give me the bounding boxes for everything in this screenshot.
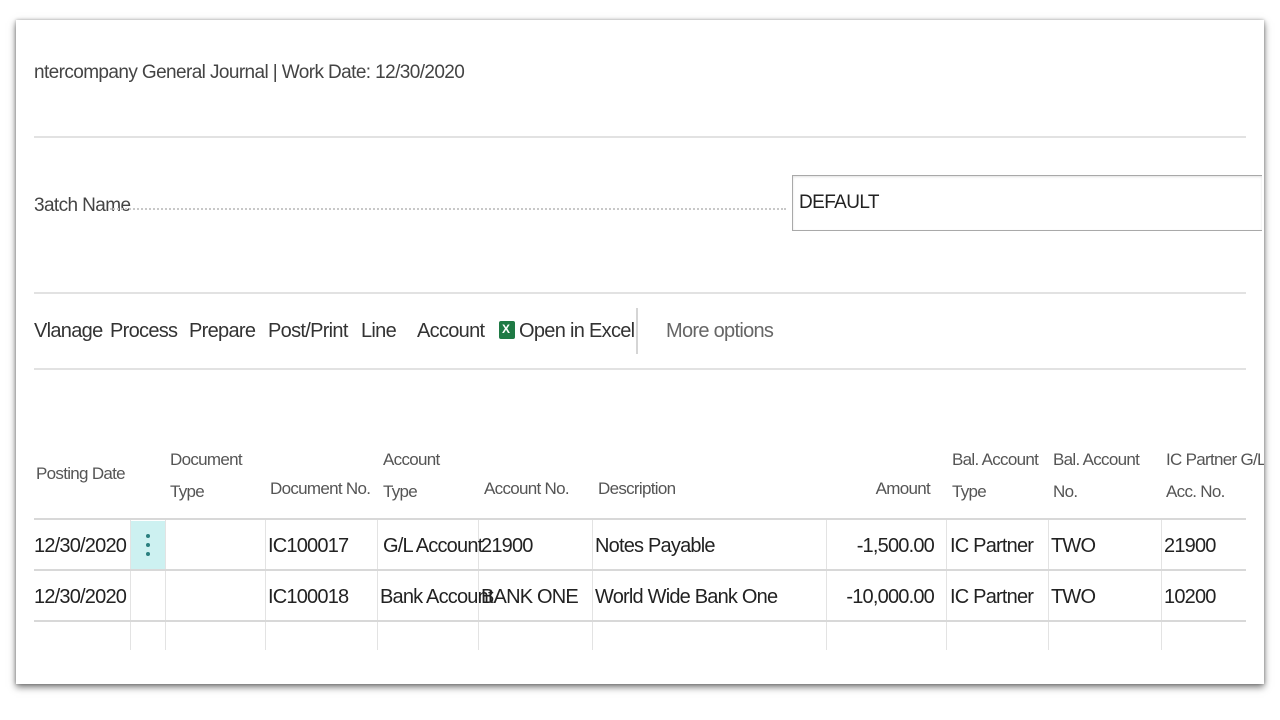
cell-description[interactable]: World Wide Bank One (595, 583, 778, 611)
cell-bal-account-type[interactable]: IC Partner (950, 532, 1034, 560)
action-separator (636, 308, 638, 354)
row-divider (34, 620, 1246, 622)
cell-bal-account-no[interactable]: TWO (1051, 532, 1096, 560)
action-line[interactable]: Line (361, 320, 397, 343)
cell-bal-account-type[interactable]: IC Partner (950, 583, 1034, 611)
header-divider (34, 518, 1246, 520)
dotted-leader (110, 208, 786, 210)
column-divider (826, 520, 827, 650)
cell-document-no[interactable]: IC100017 (268, 532, 349, 560)
journal-page: ntercompany General Journal | Work Date:… (16, 20, 1264, 684)
action-bar: Vlanage Process Prepare Post/Print Line … (16, 320, 1264, 350)
cell-amount[interactable]: -1,500.00 (828, 532, 935, 560)
divider (34, 292, 1246, 294)
col-account-no[interactable]: Account No. (484, 473, 570, 505)
cell-document-no[interactable]: IC100018 (268, 583, 349, 611)
more-vertical-icon (146, 552, 150, 556)
col-account-type[interactable]: Account Type (383, 444, 440, 508)
cell-ic-partner-acc-no[interactable]: 10200 (1164, 583, 1216, 611)
more-vertical-icon (146, 543, 150, 547)
excel-icon (499, 321, 515, 339)
column-divider (592, 520, 593, 650)
more-options-button[interactable]: More options (666, 320, 774, 343)
column-divider (1048, 520, 1049, 650)
col-posting-date[interactable]: Posting Date (36, 458, 126, 490)
divider (34, 368, 1246, 370)
col-amount[interactable]: Amount (828, 473, 931, 505)
cell-bal-account-no[interactable]: TWO (1051, 583, 1096, 611)
column-divider (165, 520, 166, 650)
open-in-excel-button[interactable]: Open in Excel (499, 320, 635, 343)
cell-posting-date[interactable]: 12/30/2020 (34, 583, 127, 611)
column-divider (377, 520, 378, 650)
row-actions-button[interactable] (131, 521, 165, 570)
col-document-no[interactable]: Document No. (270, 473, 371, 505)
col-ic-partner-acc-no[interactable]: IC Partner G/L Acc. No. (1166, 444, 1264, 508)
col-document-type[interactable]: Document Type (170, 444, 243, 508)
action-prepare[interactable]: Prepare (189, 320, 256, 343)
row-divider (34, 569, 1246, 571)
cell-amount[interactable]: -10,000.00 (828, 583, 934, 611)
action-manage[interactable]: Vlanage (34, 320, 103, 343)
col-bal-account-type[interactable]: Bal. Account Type (952, 444, 1039, 508)
cell-description[interactable]: Notes Payable (595, 532, 715, 560)
cell-account-no[interactable]: BANK ONE (481, 583, 579, 611)
batch-name-label: 3atch Name (34, 195, 131, 216)
column-divider (265, 520, 266, 650)
cell-posting-date[interactable]: 12/30/2020 (34, 532, 127, 560)
open-in-excel-label: Open in Excel (519, 320, 635, 342)
column-divider (1161, 520, 1162, 650)
action-process[interactable]: Process (110, 320, 178, 343)
col-bal-account-no[interactable]: Bal. Account No. (1053, 444, 1140, 508)
cell-account-type[interactable]: Bank Account (380, 583, 494, 611)
cell-account-no[interactable]: 21900 (481, 532, 533, 560)
page-title: ntercompany General Journal | Work Date:… (34, 62, 465, 83)
batch-name-input[interactable] (792, 175, 1262, 231)
action-post-print[interactable]: Post/Print (268, 320, 348, 343)
column-divider (946, 520, 947, 650)
more-vertical-icon (146, 534, 150, 538)
action-account[interactable]: Account (417, 320, 485, 343)
cell-document-type[interactable] (172, 532, 262, 560)
cell-ic-partner-acc-no[interactable]: 21900 (1164, 532, 1216, 560)
divider (34, 136, 1246, 138)
cell-document-type[interactable] (172, 583, 262, 611)
col-description[interactable]: Description (598, 473, 676, 505)
cell-account-type[interactable]: G/L Account (383, 532, 483, 560)
